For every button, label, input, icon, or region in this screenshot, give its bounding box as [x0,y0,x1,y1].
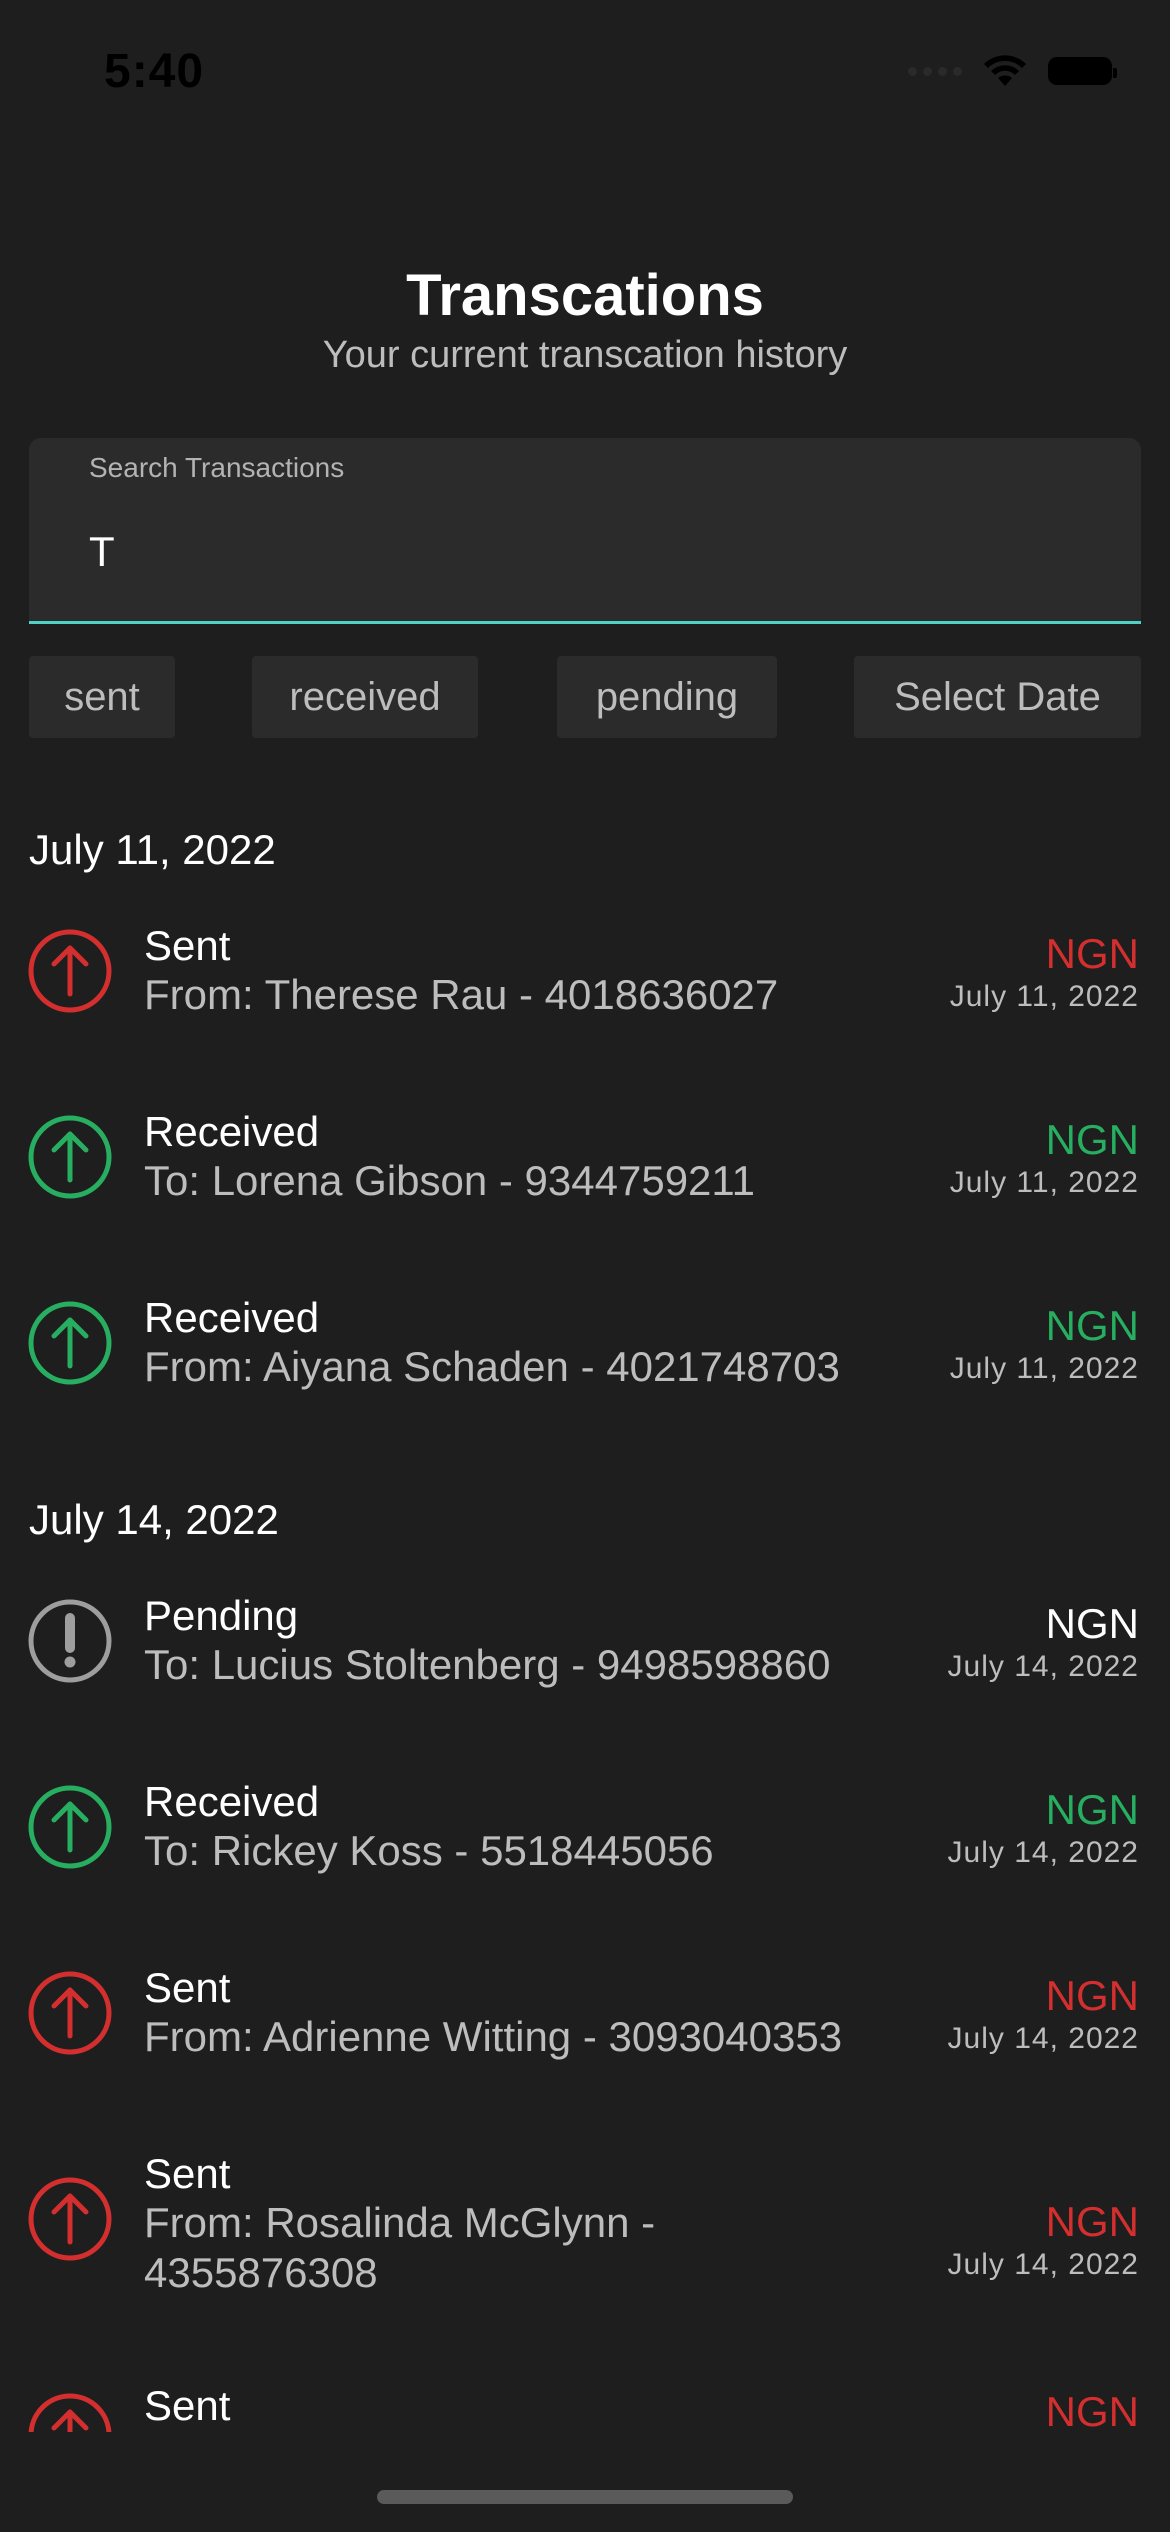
transaction-date: July 14, 2022 [947,1650,1139,1683]
page-subtitle: Your current transcation history [322,334,848,376]
transaction-row[interactable]: Sent From: Adrienne Witting - 3093040353… [0,1960,1170,2110]
arrow-up-circle-icon [28,1971,112,2055]
transaction-title: Pending [144,1592,299,1639]
transaction-row[interactable]: Sent From: Therese Rau - 4018636027 NGN … [0,918,1170,1068]
transaction-description: From: Therese Rau - 4018636027 [144,971,779,1018]
transaction-description: To: Lorena Gibson - 9344759211 [144,1157,756,1204]
filter-chip-received[interactable]: received [252,656,478,738]
arrow-up-circle-icon [28,929,112,1013]
transaction-row[interactable]: Pending To: Lucius Stoltenberg - 9498598… [0,1588,1170,1738]
transaction-title: Received [144,1294,320,1341]
transaction-title: Received [144,1778,320,1825]
transaction-row[interactable]: Received To: Lorena Gibson - 9344759211 … [0,1104,1170,1254]
cellular-signal-icon [908,66,962,76]
section-date-header: July 14, 2022 [29,1496,279,1543]
exclamation-circle-icon [28,1599,112,1683]
home-indicator[interactable] [377,2490,793,2504]
transaction-description: From: Adrienne Witting - 3093040353 [144,2013,843,2060]
section-date-header: July 11, 2022 [29,826,276,873]
search-label: Search Transactions [89,452,345,483]
transaction-row[interactable]: Received From: Aiyana Schaden - 40217487… [0,1290,1170,1440]
select-date-button[interactable]: Select Date [854,656,1141,738]
transaction-description: From: Rosalinda McGlynn - 4355876308 [144,2199,656,2296]
transaction-description: From: Aiyana Schaden - 4021748703 [144,1343,840,1390]
status-time: 5:40 [104,45,205,98]
transaction-amount: NGN [1045,1302,1139,1349]
transaction-title: Received [144,1108,320,1155]
transaction-date: July 14, 2022 [947,2248,1139,2281]
battery-icon [1048,57,1117,85]
transaction-date: July 14, 2022 [947,1836,1139,1869]
transaction-amount: NGN [1045,2388,1139,2435]
transaction-amount: NGN [1045,1600,1139,1647]
transaction-date: July 11, 2022 [949,1352,1139,1385]
status-bar: 5:40 [0,0,1170,140]
arrow-up-circle-icon [28,1301,112,1385]
transaction-title: Sent [144,2150,231,2197]
filter-chip-pending[interactable]: pending [557,656,777,738]
transaction-description: To: Lucius Stoltenberg - 9498598860 [144,1641,831,1688]
transaction-date: July 11, 2022 [949,980,1139,1013]
transaction-description: To: Rickey Koss - 5518445056 [144,1827,714,1874]
transaction-row[interactable]: Received To: Rickey Koss - 5518445056 NG… [0,1774,1170,1924]
arrow-up-circle-icon [28,1785,112,1869]
transaction-title: Sent [144,922,231,969]
transaction-title: Sent [144,2382,231,2429]
transaction-amount: NGN [1045,1116,1139,1163]
search-input[interactable]: Search Transactions T [29,438,1141,624]
transaction-amount: NGN [1045,2198,1139,2245]
transaction-title: Sent [144,1964,231,2011]
transaction-row[interactable]: Sent From: Rosalinda McGlynn - 435587630… [0,2146,1170,2306]
transaction-amount: NGN [1045,1972,1139,2019]
arrow-up-circle-icon [28,2177,112,2261]
wifi-icon [984,55,1026,86]
bottom-safe-area [0,2432,1170,2532]
transaction-amount: NGN [1045,930,1139,977]
search-value[interactable]: T [89,528,115,576]
filter-chip-sent[interactable]: sent [29,656,175,738]
transaction-date: July 14, 2022 [947,2022,1139,2055]
status-icons [908,54,1117,88]
arrow-up-circle-icon [28,1115,112,1199]
page-title: Transcations [406,263,764,328]
transaction-amount: NGN [1045,1786,1139,1833]
transaction-date: July 11, 2022 [949,1166,1139,1199]
